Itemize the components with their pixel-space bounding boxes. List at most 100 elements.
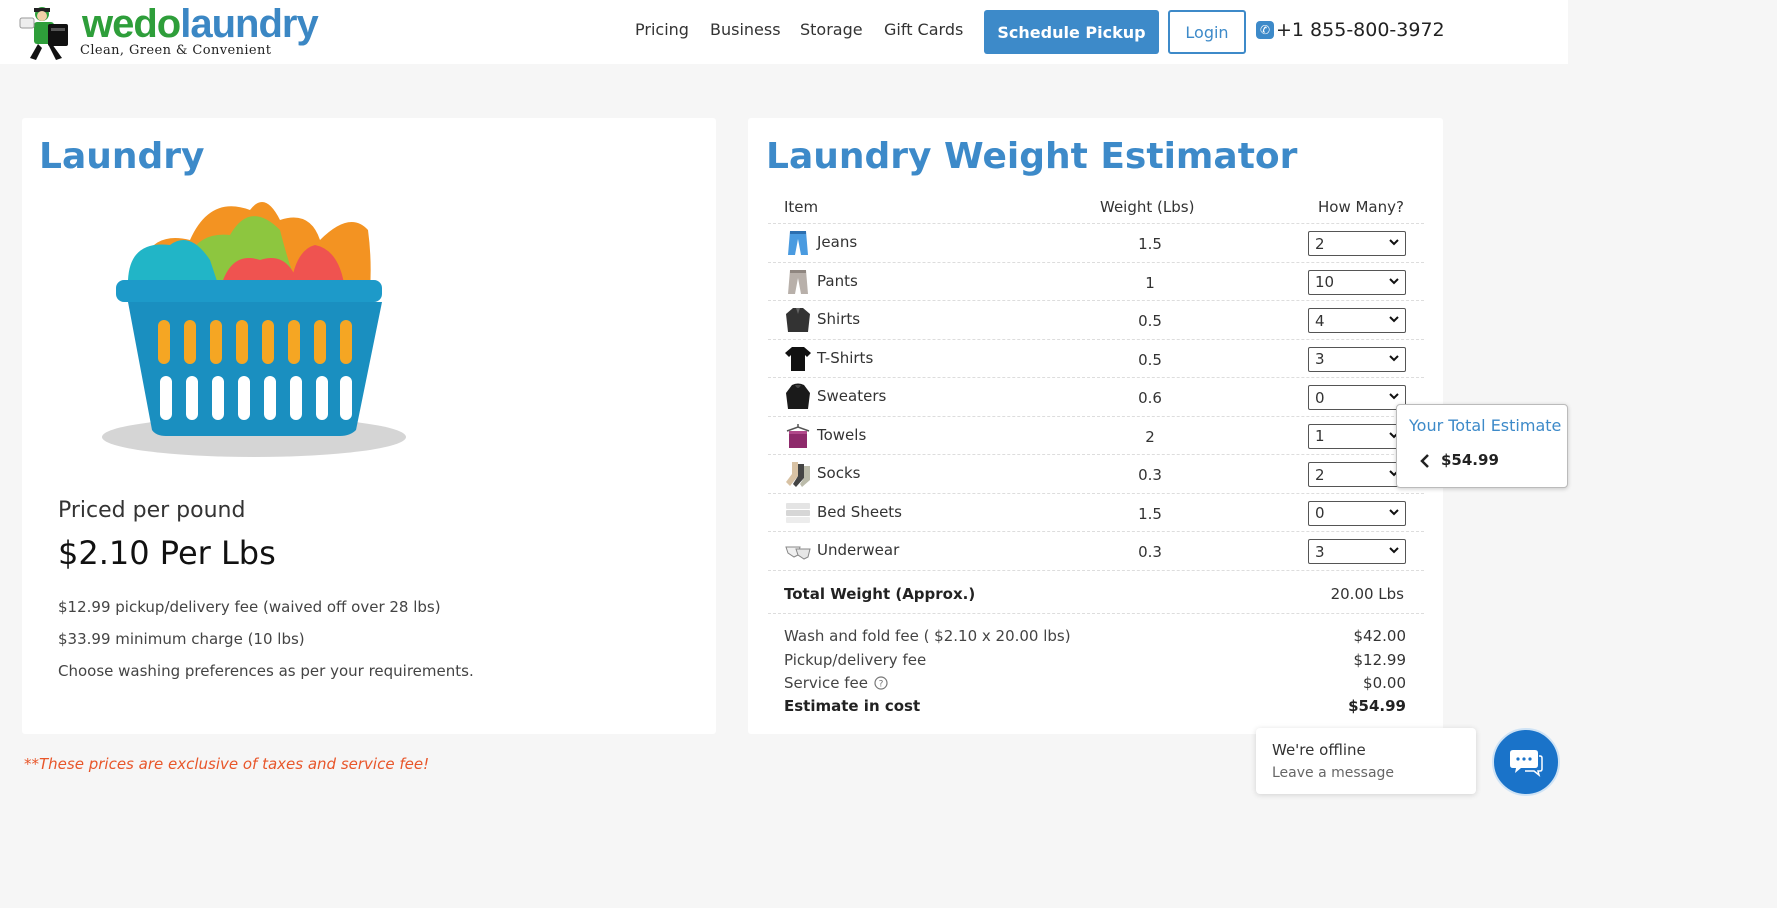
quantity-value: 10	[1315, 273, 1335, 291]
bedsheet-icon	[786, 502, 810, 523]
svg-text:?: ?	[879, 680, 884, 690]
item-name: Sweaters	[817, 387, 887, 405]
quantity-value: 4	[1315, 311, 1325, 330]
quantity-select-shirts[interactable]: 4	[1308, 308, 1406, 333]
logo-wedo-text: wedo	[82, 2, 181, 46]
table-row: Underwear 0.3 3	[768, 532, 1424, 571]
logo[interactable]: wedolaundry Clean, Green & Convenient	[18, 2, 319, 64]
item-name: Pants	[817, 271, 858, 290]
chevron-down-icon	[1389, 277, 1399, 284]
total-estimate-value: $54.99	[1441, 451, 1499, 469]
item-name: Bed Sheets	[817, 502, 902, 521]
item-weight: 1.5	[1138, 504, 1162, 523]
chevron-down-icon	[1389, 239, 1399, 246]
quantity-select-bed-sheets[interactable]: 0	[1308, 500, 1406, 526]
service-fee-label-group: Service fee ?	[784, 674, 888, 692]
chat-leave-message[interactable]: Leave a message	[1272, 765, 1394, 781]
phone-link[interactable]: ✆ +1 855-800-3972	[1256, 19, 1445, 41]
chevron-down-icon	[1389, 508, 1399, 515]
logo-laundry-text: laundry	[180, 2, 318, 46]
nav-business[interactable]: Business	[710, 20, 781, 39]
table-row: Socks 0.3 2	[768, 455, 1424, 494]
pants-icon	[788, 269, 808, 294]
quantity-select-pants[interactable]: 10	[1308, 269, 1406, 295]
item-name: Jeans	[817, 233, 858, 251]
quantity-select-sweaters[interactable]: 0	[1308, 385, 1406, 410]
laundry-title: Laundry	[39, 136, 205, 177]
item-name: T-Shirts	[817, 348, 874, 367]
item-name: Socks	[817, 464, 861, 482]
quantity-value: 1	[1315, 427, 1325, 445]
towel-icon	[786, 423, 810, 448]
preferences-note: Choose washing preferences as per your r…	[58, 662, 474, 680]
chevron-left-icon[interactable]	[1419, 453, 1431, 469]
wash-fold-value: $42.00	[1353, 627, 1407, 645]
estimator-title: Laundry Weight Estimator	[766, 136, 1298, 177]
total-estimate-title: Your Total Estimate	[1409, 416, 1562, 435]
table-row: Shirts 0.5 4	[768, 301, 1424, 340]
logo-tagline: Clean, Green & Convenient	[80, 43, 272, 58]
chat-status: We're offline	[1272, 741, 1366, 759]
chevron-down-icon	[1389, 393, 1399, 400]
item-weight: 0.5	[1138, 350, 1162, 369]
table-row: Bed Sheets 1.5 0	[768, 494, 1424, 532]
laundry-pricing-card: Laundry Priced per pound $2.10 Per Lbs $…	[22, 118, 716, 734]
item-name: Underwear	[817, 541, 900, 559]
item-name: Towels	[817, 425, 867, 444]
price-disclaimer: **These prices are exclusive of taxes an…	[24, 755, 430, 773]
sweater-icon	[786, 383, 810, 409]
quantity-select-underwear[interactable]: 3	[1308, 539, 1406, 564]
chevron-down-icon	[1389, 316, 1399, 323]
chevron-down-icon	[1389, 354, 1399, 361]
price-per-lbs: $2.10 Per Lbs	[58, 534, 276, 572]
quantity-value: 2	[1315, 465, 1325, 484]
weight-estimator-card: Laundry Weight Estimator Item Weight (Lb…	[748, 118, 1443, 734]
header-how-many: How Many?	[1318, 198, 1404, 216]
nav-gift-cards[interactable]: Gift Cards	[884, 20, 963, 39]
chat-launcher-button[interactable]	[1492, 728, 1560, 796]
quantity-value: 3	[1315, 542, 1325, 561]
help-icon[interactable]: ?	[874, 676, 888, 690]
table-header: Item Weight (Lbs) How Many?	[768, 190, 1424, 224]
chat-offline-bubble[interactable]: We're offline Leave a message	[1256, 728, 1476, 794]
phone-icon: ✆	[1256, 21, 1274, 39]
total-estimate-popup[interactable]: Your Total Estimate $54.99	[1396, 404, 1568, 488]
quantity-select-towels[interactable]: 1	[1308, 423, 1406, 449]
item-weight: 0.3	[1138, 543, 1162, 561]
table-row: Pants 1 10	[768, 263, 1424, 301]
header-item: Item	[784, 198, 819, 216]
item-name: Shirts	[817, 310, 861, 328]
nav-pricing[interactable]: Pricing	[635, 20, 689, 39]
pickup-delivery-value: $12.99	[1353, 651, 1407, 669]
item-weight: 1	[1145, 273, 1155, 292]
quantity-value: 3	[1315, 350, 1325, 368]
quantity-value: 0	[1315, 504, 1325, 522]
item-weight: 0.6	[1138, 389, 1162, 407]
site-header: wedolaundry Clean, Green & Convenient Pr…	[0, 0, 1568, 64]
nav-storage[interactable]: Storage	[800, 20, 863, 39]
chevron-down-icon	[1389, 547, 1399, 554]
header-weight: Weight (Lbs)	[1100, 198, 1195, 216]
quantity-value: 2	[1315, 234, 1325, 253]
quantity-select-socks[interactable]: 2	[1308, 462, 1406, 487]
login-button[interactable]: Login	[1168, 10, 1246, 54]
pickup-fee-note: $12.99 pickup/delivery fee (waived off o…	[58, 598, 441, 616]
estimate-cost-label: Estimate in cost	[784, 697, 921, 715]
total-weight-label: Total Weight (Approx.)	[784, 585, 976, 603]
shirt-icon	[786, 308, 810, 332]
total-weight-value: 20.00 Lbs	[1330, 585, 1404, 603]
item-weight: 2	[1145, 427, 1155, 446]
laundry-basket-illustration	[102, 202, 406, 457]
chat-icon	[1510, 750, 1543, 777]
total-weight-row: Total Weight (Approx.) 20.00 Lbs	[768, 568, 1424, 614]
service-fee-label: Service fee	[784, 674, 868, 692]
table-row: T-Shirts 0.5 3	[768, 340, 1424, 378]
table-row: Towels 2 1	[768, 417, 1424, 455]
estimator-table: Item Weight (Lbs) How Many? Jeans 1.5 2 …	[768, 190, 1424, 571]
quantity-value: 0	[1315, 388, 1325, 407]
quantity-select-jeans[interactable]: 2	[1308, 231, 1406, 256]
priced-per-label: Priced per pound	[58, 498, 246, 523]
quantity-select-tshirts[interactable]: 3	[1308, 346, 1406, 372]
schedule-pickup-button[interactable]: Schedule Pickup	[984, 10, 1159, 54]
mascot-logo-icon	[19, 7, 68, 60]
